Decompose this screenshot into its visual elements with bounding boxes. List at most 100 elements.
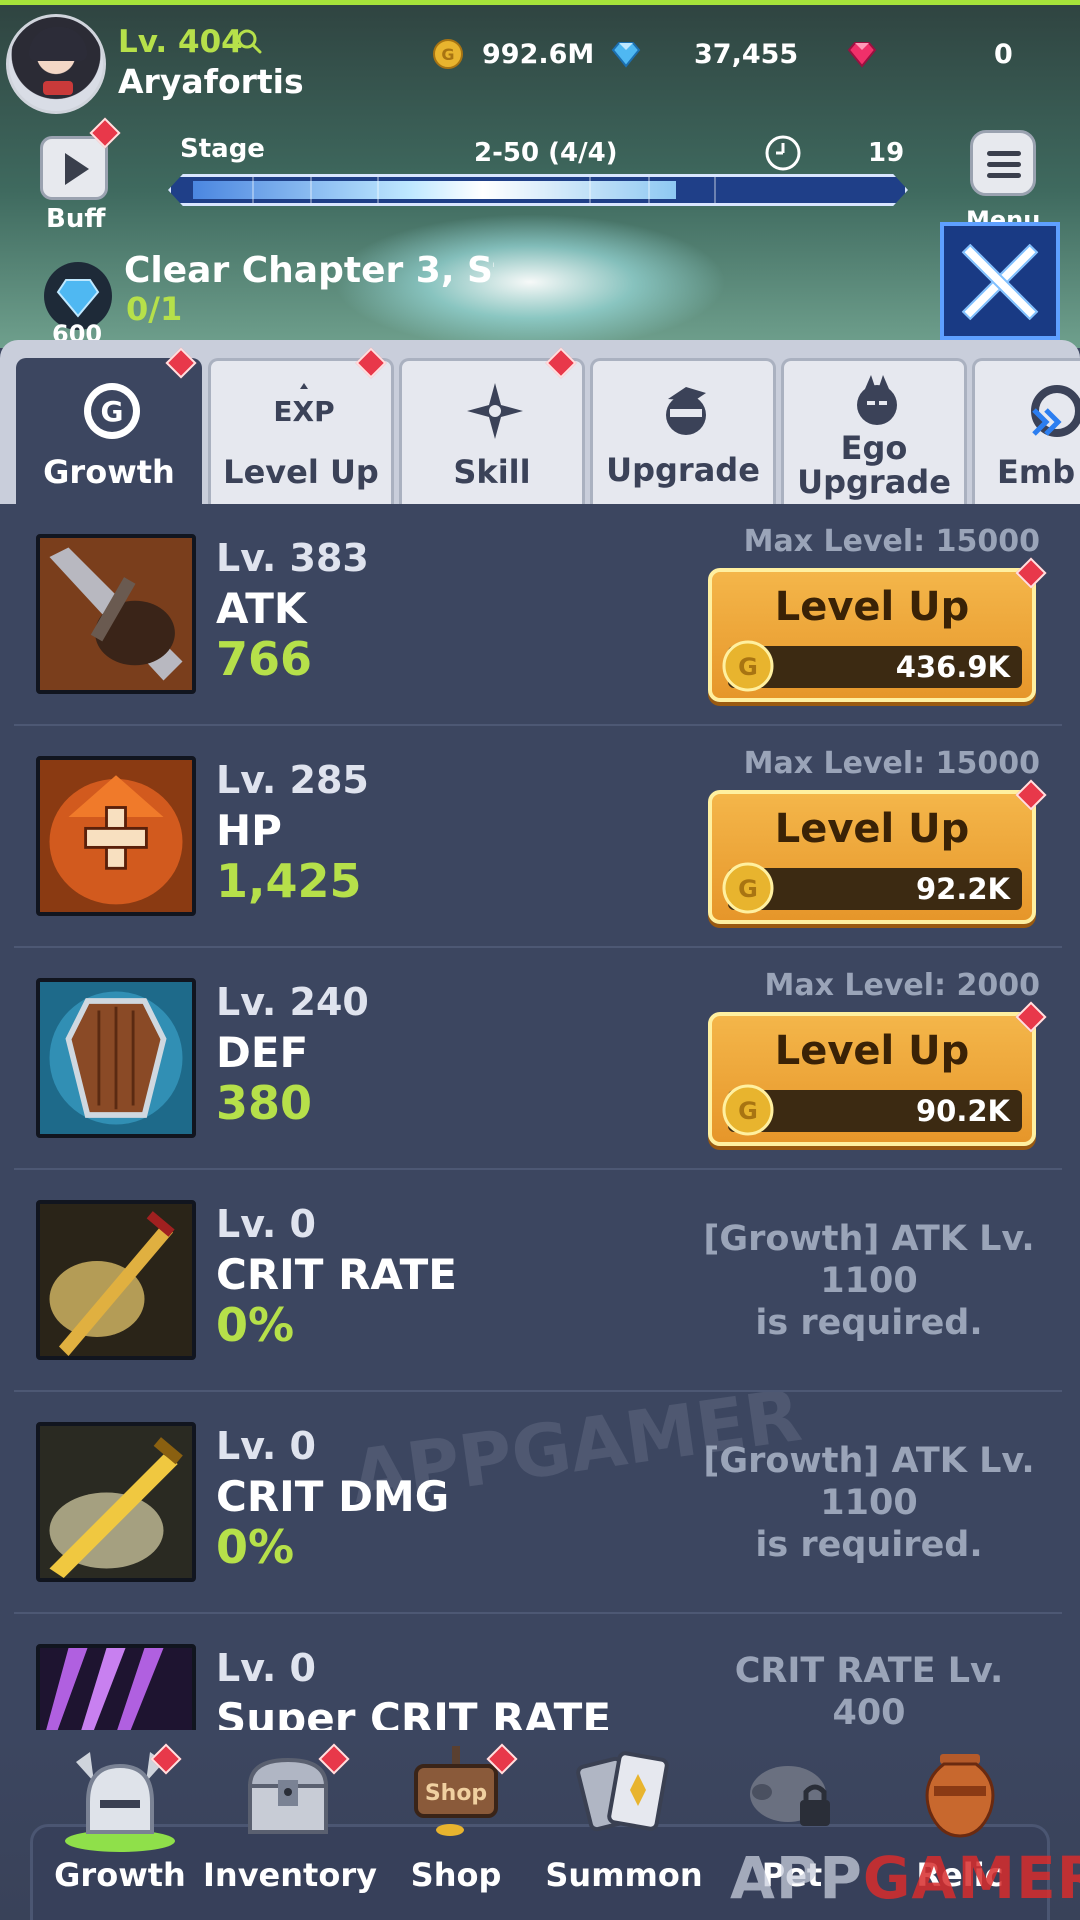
stat-max-level: Max Level: 15000 — [743, 524, 1040, 559]
stat-row-crit-dmg: Lv. 0 CRIT DMG 0% [Growth] ATK Lv. 1100 … — [14, 1392, 1062, 1614]
claw-slash-icon — [36, 1644, 196, 1730]
gold-coin-icon: G — [722, 862, 774, 914]
top-accent-bar — [0, 0, 1080, 5]
level-up-cost: 436.9K — [895, 650, 1010, 684]
cost-bar: G 436.9K — [722, 640, 1022, 692]
stat-row-atk: Lv. 383 ATK 766 Max Level: 15000 Level U… — [14, 504, 1062, 726]
cards-icon — [576, 1751, 669, 1832]
tab-growth[interactable]: G Growth — [16, 358, 202, 504]
stat-level: Lv. 240 — [216, 980, 369, 1024]
stat-name: CRIT RATE — [216, 1250, 457, 1299]
sword-fist-icon — [36, 534, 196, 694]
stage-bar-segment — [589, 177, 592, 203]
stage-bar-segment — [714, 177, 717, 203]
shop-sign-text: Shop — [425, 1781, 487, 1806]
stat-max-level: Max Level: 2000 — [764, 968, 1040, 1003]
requirement-line: is required. — [755, 1525, 983, 1565]
flame-sword-icon — [36, 1200, 196, 1360]
nav-summon[interactable]: Summon — [539, 1730, 709, 1920]
nav-label: Inventory — [203, 1856, 377, 1894]
def-level-up-button[interactable]: Level Up G 90.2K — [708, 1001, 1047, 1146]
requirement-line: [Growth] ATK Lv. — [703, 1441, 1035, 1481]
appgamer-watermark: APPGAMER — [730, 1844, 1080, 1912]
buff-button[interactable] — [40, 136, 108, 200]
hamburger-icon — [987, 151, 1021, 156]
stat-level: Lv. 0 — [216, 1424, 316, 1468]
shield-icon — [36, 978, 196, 1138]
clock-icon — [765, 135, 801, 171]
stat-requirement: [Growth] ATK Lv. 1100 is required. — [694, 1218, 1044, 1344]
nav-inventory[interactable]: Inventory — [203, 1730, 377, 1920]
gold-coin-icon: G — [433, 39, 463, 69]
svg-text:G: G — [441, 45, 454, 64]
gold-amount: 992.6M — [482, 38, 595, 70]
svg-text:G: G — [738, 1097, 758, 1125]
stat-value: 0% — [216, 1298, 295, 1352]
stat-row-hp: Lv. 285 HP 1,425 Max Level: 15000 Level … — [14, 726, 1062, 948]
stat-value: 0% — [216, 1520, 295, 1574]
exp-icon: EXP — [273, 383, 335, 428]
stat-name: CRIT DMG — [216, 1472, 450, 1521]
requirement-line: 1100 — [820, 1261, 918, 1301]
stat-name: HP — [216, 806, 282, 855]
stage-bar-segment — [376, 177, 379, 203]
hp-level-up-button[interactable]: Level Up G 92.2K — [708, 779, 1047, 924]
nav-label: Summon — [545, 1856, 703, 1894]
level-up-label: Level Up — [774, 584, 970, 630]
ruby-amount: 0 — [994, 38, 1013, 70]
stage-progress-fill — [193, 181, 676, 199]
atk-level-up-button[interactable]: Level Up G 436.9K — [708, 557, 1047, 702]
hamburger-line — [987, 173, 1021, 178]
growth-stat-list[interactable]: APPGAMER Lv. 383 ATK 766 Max Level: 1500… — [0, 504, 1080, 1730]
stage-bar-segment — [648, 177, 651, 203]
quest-title[interactable]: Clear Chapter 3, St — [124, 250, 494, 294]
cost-bar: G 92.2K — [722, 862, 1022, 914]
quest-progress: 0/1 — [126, 290, 183, 328]
tab-label: Upgrade — [606, 451, 760, 489]
hamburger-line — [987, 162, 1021, 167]
player-level: Lv. 404 — [118, 24, 243, 60]
pet-locked-icon — [750, 1766, 830, 1826]
nav-shop[interactable]: Shop Shop — [371, 1730, 541, 1920]
player-avatar[interactable] — [6, 14, 106, 114]
stat-name: ATK — [216, 584, 307, 633]
scroll-right-chevron-icon[interactable] — [1028, 402, 1068, 442]
play-icon — [65, 153, 89, 185]
diamond-icon — [611, 42, 641, 68]
stat-level: Lv. 0 — [216, 1646, 316, 1690]
close-panel-button[interactable] — [940, 222, 1060, 340]
gold-coin-icon: G — [722, 1084, 774, 1136]
stage-label: Stage — [180, 134, 265, 164]
svg-text:G: G — [101, 395, 124, 428]
watermark-left: APP — [730, 1844, 863, 1912]
tab-skill[interactable]: Skill — [399, 358, 585, 504]
diamond-amount: 37,455 — [694, 38, 799, 70]
upgrade-ninja-icon — [666, 387, 706, 435]
stage-bar-segment — [310, 177, 313, 203]
tab-upgrade[interactable]: Upgrade — [590, 358, 776, 504]
svg-text:EXP: EXP — [273, 395, 334, 428]
avatar-scarf — [43, 81, 73, 95]
stat-value: 766 — [216, 632, 313, 686]
stat-level: Lv. 383 — [216, 536, 369, 580]
tab-label: Level Up — [223, 453, 379, 491]
search-icon[interactable] — [236, 28, 262, 54]
nav-growth[interactable]: Growth — [35, 1730, 205, 1920]
avatar-hair — [29, 27, 87, 61]
requirement-line: is required. — [755, 1303, 983, 1343]
stat-row-crit-rate: Lv. 0 CRIT RATE 0% [Growth] ATK Lv. 1100… — [14, 1170, 1062, 1392]
health-cross-icon — [36, 756, 196, 916]
tab-ego-upgrade[interactable]: Ego Upgrade — [781, 358, 967, 504]
tab-label: Emb — [997, 453, 1076, 491]
gold-currency: G 992.6M — [432, 34, 594, 74]
tab-level-up[interactable]: EXP Level Up — [208, 358, 394, 504]
nav-label: Shop — [410, 1856, 502, 1894]
stat-requirement: CRIT RATE Lv. 400 — [694, 1650, 1044, 1730]
svg-text:G: G — [738, 875, 758, 903]
stage-value: 2-50 (4/4) — [474, 138, 618, 168]
stage-progress-bar — [168, 174, 908, 206]
golden-sword-icon — [36, 1422, 196, 1582]
requirement-line: [Growth] ATK Lv. — [703, 1219, 1035, 1259]
stat-name: Super CRIT RATE — [216, 1694, 612, 1730]
menu-button[interactable] — [970, 130, 1036, 196]
